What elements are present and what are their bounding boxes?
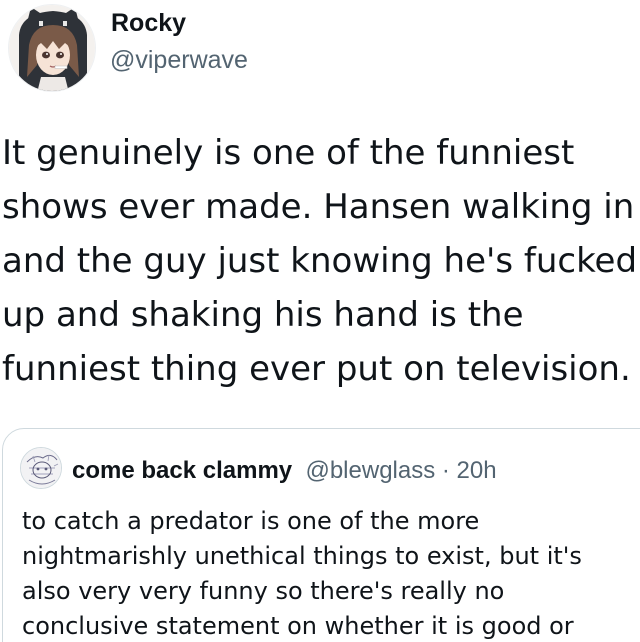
quoted-tweet-text: to catch a predator is one of the more n…	[22, 504, 632, 642]
quoted-author-handle[interactable]: @blewglass	[299, 457, 435, 484]
quoted-tweet-text-line: nightmarishly unethical things to exist,…	[22, 542, 582, 570]
tweet-text-line: and the guy just knowing he's fucked	[2, 241, 638, 281]
tweet-text-line: up and shaking his hand is the	[2, 295, 524, 335]
author-handle[interactable]: @viperwave	[110, 43, 248, 77]
tweet-text-line: funniest thing ever put on television.	[2, 349, 631, 389]
quoted-author-display-name[interactable]: come back clammy	[72, 457, 292, 484]
quoted-author-handle-text: @blewglass	[305, 457, 436, 484]
quoted-tweet-text-line: conclusive statement on whether it is go…	[22, 612, 574, 640]
quoted-tweet-text-line: to catch a predator is one of the more	[22, 507, 480, 535]
quoted-tweet-header: come back clammy @blewglass · 20h	[72, 455, 497, 487]
tweet-text-line: shows ever made. Hansen walking in	[2, 187, 635, 227]
quoted-tweet-text-line: also very very funny so there's really n…	[22, 577, 505, 605]
anime-avatar-icon	[9, 5, 95, 91]
author-avatar[interactable]	[8, 4, 96, 92]
tweet-text: It genuinely is one of the funniest show…	[2, 126, 638, 396]
author-display-name[interactable]: Rocky	[111, 6, 186, 40]
tweet-text-line: It genuinely is one of the funniest	[2, 133, 575, 173]
sketch-avatar-icon	[21, 448, 61, 488]
quoted-tweet-timestamp[interactable]: 20h	[457, 457, 497, 484]
meta-separator: ·	[435, 457, 457, 484]
quoted-author-avatar[interactable]	[20, 447, 62, 489]
tweet-screenshot: Rocky @viperwave It genuinely is one of …	[0, 0, 640, 642]
